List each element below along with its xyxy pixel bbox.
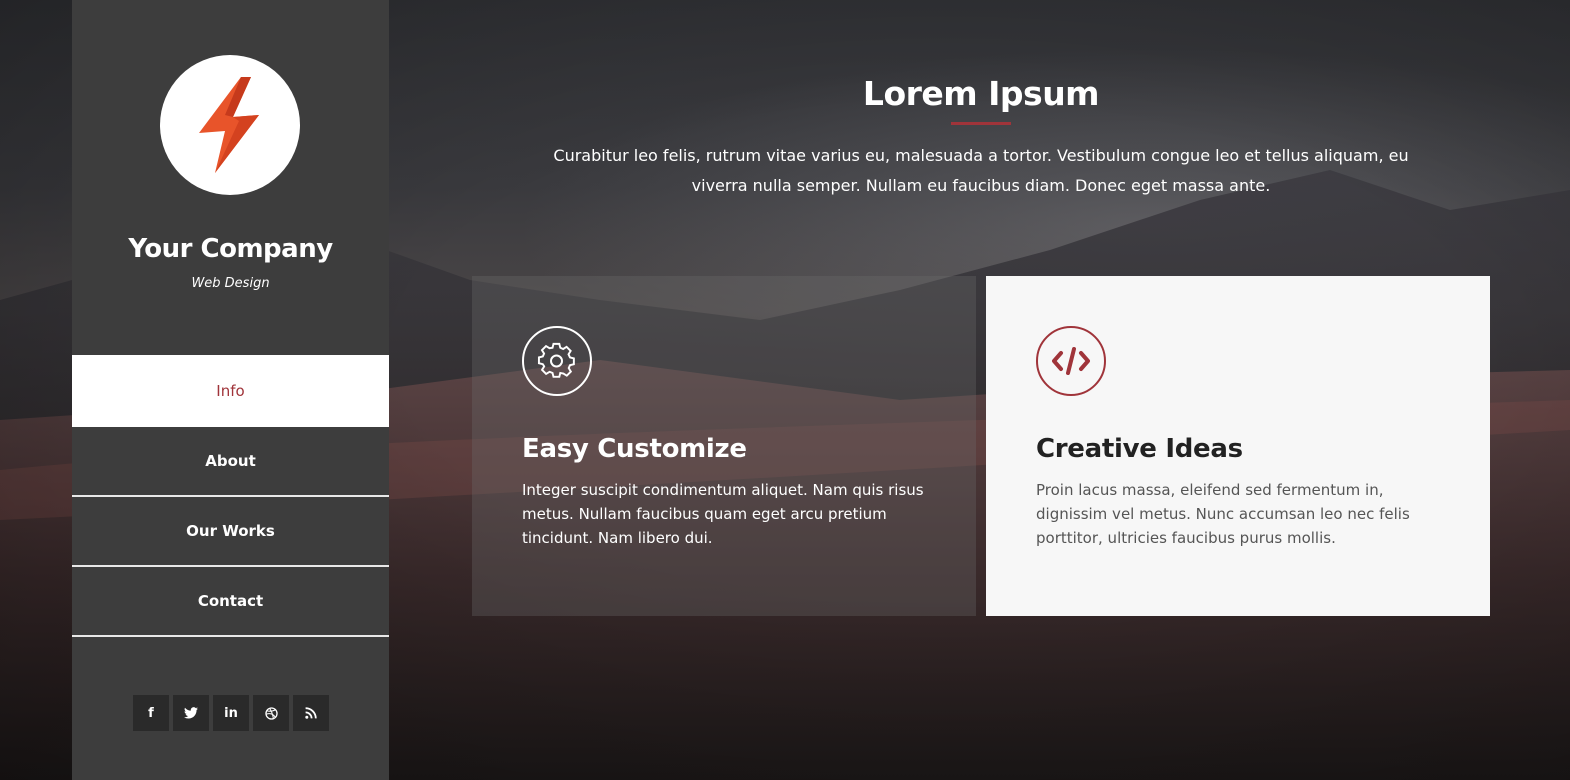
feature-card-easy-customize: Easy Customize Integer suscipit condimen… <box>472 276 976 616</box>
nav-item-our-works[interactable]: Our Works <box>72 497 389 567</box>
nav-item-label: Info <box>216 382 245 400</box>
twitter-icon[interactable] <box>173 695 209 731</box>
company-tagline: Web Design <box>191 276 270 291</box>
card-text: Integer suscipit condimentum aliquet. Na… <box>522 481 924 547</box>
linkedin-icon[interactable]: in <box>213 695 249 731</box>
nav-item-label: About <box>205 452 256 470</box>
page-title: Lorem Ipsum <box>862 74 1100 113</box>
intro-text: Curabitur leo felis, rutrum vitae varius… <box>553 146 1409 195</box>
code-icon <box>1036 326 1106 396</box>
lightning-bolt-icon <box>199 77 259 173</box>
social-links: f in <box>133 695 329 731</box>
nav-item-label: Contact <box>197 592 264 610</box>
feature-card-creative-ideas: Creative Ideas Proin lacus massa, eleife… <box>986 276 1490 616</box>
card-title: Easy Customize <box>522 434 747 464</box>
dribbble-icon[interactable] <box>253 695 289 731</box>
company-name: Your Company <box>128 234 333 264</box>
nav-item-contact[interactable]: Contact <box>72 567 389 637</box>
company-logo[interactable] <box>160 55 300 195</box>
main-nav: Info About Our Works Contact <box>72 355 389 637</box>
nav-item-about[interactable]: About <box>72 427 389 497</box>
card-title: Creative Ideas <box>1036 434 1243 464</box>
sidebar: Your Company Web Design Info About Our W… <box>72 0 389 780</box>
nav-item-info[interactable]: Info <box>72 355 389 427</box>
card-text: Proin lacus massa, eleifend sed fermentu… <box>1036 481 1410 547</box>
nav-item-label: Our Works <box>186 522 275 540</box>
gear-icon <box>522 326 592 396</box>
rss-icon[interactable] <box>293 695 329 731</box>
title-underline <box>951 122 1011 125</box>
facebook-icon[interactable]: f <box>133 695 169 731</box>
